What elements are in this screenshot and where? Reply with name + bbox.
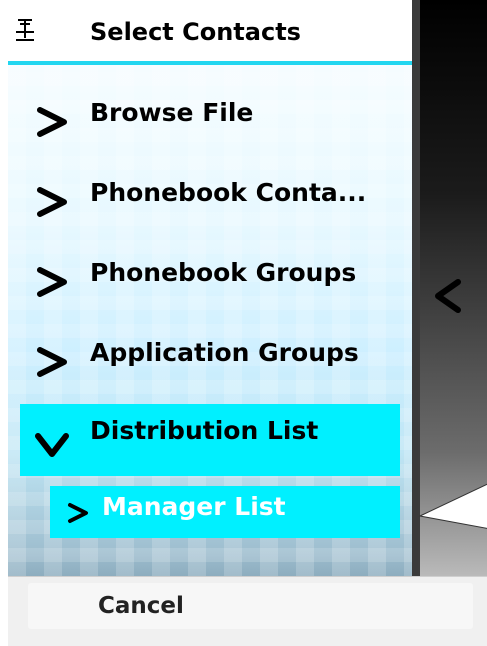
header-divider xyxy=(8,61,412,65)
cancel-label: Cancel xyxy=(98,593,184,619)
chevron-right-icon xyxy=(37,107,67,137)
submenu-item-manager-list[interactable]: Manager List xyxy=(50,486,400,538)
menu-item-phonebook-contacts[interactable]: Phonebook Conta... xyxy=(8,164,412,226)
menu-item-label: Distribution List xyxy=(90,416,319,445)
collapse-arrow-icon[interactable] xyxy=(430,276,464,316)
phone-screen: Select Contacts Browse File Phonebook Co… xyxy=(8,0,487,646)
chevron-right-icon xyxy=(37,347,67,377)
menu-item-label: Phonebook Groups xyxy=(90,258,357,287)
menu-item-browse-file[interactable]: Browse File xyxy=(8,84,412,146)
sim-tool-icon xyxy=(16,19,34,41)
menu-item-label: Phonebook Conta... xyxy=(90,178,367,207)
softkey-bar: Cancel xyxy=(8,576,487,646)
contacts-menu-panel: Select Contacts Browse File Phonebook Co… xyxy=(8,0,412,646)
menu-item-distribution-list[interactable]: Distribution List xyxy=(20,404,400,476)
page-title: Select Contacts xyxy=(90,18,301,46)
panel-header: Select Contacts xyxy=(8,0,412,65)
menu-item-application-groups[interactable]: Application Groups xyxy=(8,324,412,386)
submenu-item-label: Manager List xyxy=(102,492,286,521)
chevron-right-icon xyxy=(37,267,67,297)
menu-item-phonebook-groups[interactable]: Phonebook Groups xyxy=(8,244,412,306)
pointer-indicator xyxy=(418,483,487,529)
right-panel xyxy=(420,0,487,646)
chevron-down-icon xyxy=(35,433,69,457)
chevron-right-icon xyxy=(37,187,67,217)
menu-item-label: Browse File xyxy=(90,98,254,127)
cancel-button[interactable]: Cancel xyxy=(28,583,473,629)
chevron-right-icon xyxy=(68,503,88,523)
menu-item-label: Application Groups xyxy=(90,338,359,367)
